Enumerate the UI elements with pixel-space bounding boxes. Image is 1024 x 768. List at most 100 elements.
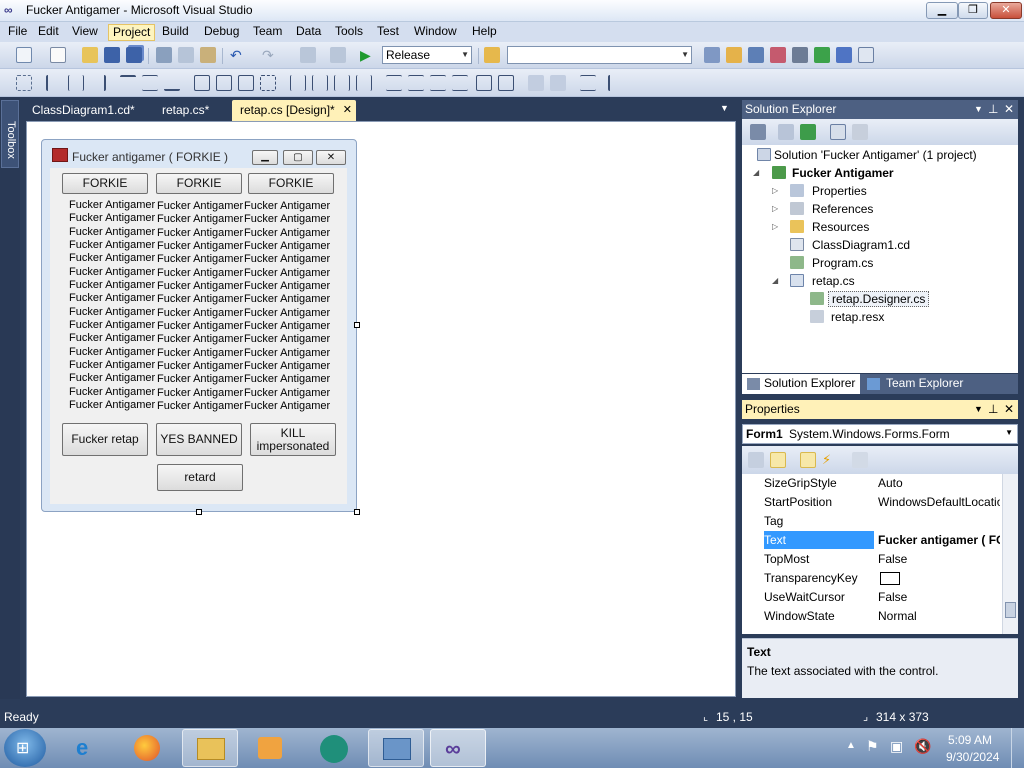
redo-icon[interactable]: ↷ bbox=[262, 47, 278, 63]
tab-list-chevron-down-icon[interactable]: ▼ bbox=[720, 103, 729, 113]
property-value[interactable]: Fucker antigamer ( FORKIE ) bbox=[878, 531, 1000, 549]
pin-icon[interactable]: ⊥ bbox=[988, 100, 998, 118]
fucker-antigamer-label[interactable]: Fucker Antigamer bbox=[157, 347, 243, 360]
window-layout-icon[interactable] bbox=[858, 47, 874, 63]
menu-edit[interactable]: Edit bbox=[34, 24, 63, 41]
fucker-antigamer-label[interactable]: Fucker Antigamer bbox=[69, 266, 155, 279]
align-centers-icon[interactable] bbox=[68, 75, 84, 91]
copy-icon[interactable] bbox=[178, 47, 194, 63]
menu-project[interactable]: Project bbox=[108, 24, 156, 41]
open-file-icon[interactable] bbox=[82, 47, 98, 63]
remove-vertical-spacing-icon[interactable] bbox=[452, 75, 468, 91]
fucker-antigamer-label[interactable]: Fucker Antigamer bbox=[69, 306, 155, 319]
tree-properties[interactable]: Properties bbox=[812, 184, 867, 198]
tree-program-cs[interactable]: Program.cs bbox=[812, 256, 873, 270]
tree-resources[interactable]: Resources bbox=[812, 220, 869, 234]
tab-solution-explorer[interactable]: Solution Explorer bbox=[742, 374, 860, 394]
visual-studio-taskbar-button[interactable]: ∞ bbox=[430, 729, 486, 767]
form-close-button[interactable]: ✕ bbox=[316, 150, 346, 165]
action-center-flag-icon[interactable]: ⚑ bbox=[866, 738, 879, 755]
fucker-antigamer-label[interactable]: Fucker Antigamer bbox=[244, 267, 330, 280]
save-icon[interactable] bbox=[104, 47, 120, 63]
fucker-antigamer-label[interactable]: Fucker Antigamer bbox=[69, 199, 155, 212]
toolbox-icon[interactable] bbox=[770, 47, 786, 63]
fucker-antigamer-label[interactable]: Fucker Antigamer bbox=[244, 200, 330, 213]
fucker-antigamer-label[interactable]: Fucker Antigamer bbox=[157, 320, 243, 333]
categorized-icon[interactable] bbox=[748, 452, 764, 468]
make-same-width-icon[interactable] bbox=[194, 75, 210, 91]
property-row-topmost[interactable]: TopMost False bbox=[742, 550, 1000, 569]
expanded-triangle-icon[interactable]: ◢ bbox=[753, 168, 759, 177]
form-minimize-button[interactable]: ▁ bbox=[252, 150, 278, 165]
vertical-spacing-icon[interactable] bbox=[386, 75, 402, 91]
decrease-vertical-spacing-icon[interactable] bbox=[430, 75, 446, 91]
forkie-button-3[interactable]: FORKIE bbox=[248, 173, 334, 194]
fucker-antigamer-label[interactable]: Fucker Antigamer bbox=[69, 239, 155, 252]
align-bottoms-icon[interactable] bbox=[164, 75, 180, 91]
fucker-antigamer-label[interactable]: Fucker Antigamer bbox=[244, 333, 330, 346]
fucker-antigamer-label[interactable]: Fucker Antigamer bbox=[157, 373, 243, 386]
clock-time[interactable]: 5:09 AM bbox=[948, 733, 992, 747]
cut-icon[interactable] bbox=[156, 47, 172, 63]
remove-horizontal-spacing-icon[interactable] bbox=[356, 75, 372, 91]
menu-view[interactable]: View bbox=[68, 24, 102, 41]
tab-order-icon[interactable] bbox=[608, 75, 624, 91]
expanded-triangle-icon[interactable]: ◢ bbox=[772, 276, 778, 285]
volume-muted-icon[interactable]: 🔇 bbox=[914, 738, 931, 755]
property-value[interactable]: False bbox=[878, 550, 1000, 568]
resize-grip-bottom[interactable] bbox=[196, 509, 202, 515]
align-lefts-icon[interactable] bbox=[46, 75, 62, 91]
yes-banned-button[interactable]: YES BANNED bbox=[156, 423, 242, 456]
minimize-button[interactable]: ▁ bbox=[926, 2, 958, 19]
navigate-forward-icon[interactable] bbox=[330, 47, 346, 63]
fucker-antigamer-label[interactable]: Fucker Antigamer bbox=[244, 293, 330, 306]
fucker-antigamer-label[interactable]: Fucker Antigamer bbox=[157, 333, 243, 346]
view-class-diagram-icon[interactable] bbox=[852, 124, 868, 140]
property-pages-icon[interactable] bbox=[852, 452, 868, 468]
fucker-antigamer-label[interactable]: Fucker Antigamer bbox=[244, 280, 330, 293]
events-icon[interactable]: ⚡ bbox=[822, 452, 838, 468]
tab-classdiagram[interactable]: ClassDiagram1.cd* bbox=[24, 100, 154, 121]
toolbox-tab[interactable]: Toolbox bbox=[1, 100, 19, 168]
object-browser-icon[interactable] bbox=[748, 47, 764, 63]
property-row-startposition[interactable]: StartPosition WindowsDefaultLocation bbox=[742, 493, 1000, 512]
menu-data[interactable]: Data bbox=[292, 24, 325, 41]
menu-file[interactable]: File bbox=[4, 24, 31, 41]
tab-team-explorer[interactable]: Team Explorer bbox=[864, 374, 974, 394]
tree-solution[interactable]: Solution 'Fucker Antigamer' (1 project) bbox=[774, 148, 977, 162]
add-item-icon[interactable] bbox=[50, 47, 66, 63]
kill-impersonated-button[interactable]: KILL impersonated bbox=[250, 423, 336, 456]
resize-grip-right[interactable] bbox=[354, 322, 360, 328]
fucker-antigamer-label[interactable]: Fucker Antigamer bbox=[244, 253, 330, 266]
paste-icon[interactable] bbox=[200, 47, 216, 63]
property-value[interactable]: WindowsDefaultLocation bbox=[878, 493, 1000, 511]
properties-icon[interactable] bbox=[750, 124, 766, 140]
tab-retap-cs[interactable]: retap.cs* bbox=[154, 100, 234, 121]
tree-retap-resx[interactable]: retap.resx bbox=[831, 310, 884, 324]
size-to-grid-icon[interactable] bbox=[260, 75, 276, 91]
retard-button[interactable]: retard bbox=[157, 464, 243, 491]
send-to-back-icon[interactable] bbox=[550, 75, 566, 91]
close-panel-icon[interactable]: ✕ bbox=[1004, 400, 1014, 418]
start-button[interactable]: ⊞ bbox=[4, 729, 46, 767]
make-same-size-icon[interactable] bbox=[238, 75, 254, 91]
tree-classdiagram[interactable]: ClassDiagram1.cd bbox=[812, 238, 910, 252]
undo-icon[interactable]: ↶ bbox=[230, 47, 246, 63]
properties-scrollbar[interactable] bbox=[1002, 474, 1018, 634]
alphabetical-icon[interactable] bbox=[770, 452, 786, 468]
panel-menu-chevron-down-icon[interactable]: ▼ bbox=[974, 400, 983, 418]
panel-menu-chevron-down-icon[interactable]: ▼ bbox=[974, 100, 983, 118]
find-in-files-icon[interactable] bbox=[484, 47, 500, 63]
properties-window-icon[interactable] bbox=[726, 47, 742, 63]
internet-explorer-taskbar-button[interactable]: e bbox=[60, 729, 116, 767]
new-project-icon[interactable] bbox=[16, 47, 32, 63]
save-all-icon[interactable] bbox=[126, 47, 142, 63]
tree-retap-designer[interactable]: retap.Designer.cs bbox=[828, 291, 930, 307]
clock-date[interactable]: 9/30/2024 bbox=[946, 750, 999, 764]
form-maximize-button[interactable]: ▢ bbox=[283, 150, 313, 165]
close-button[interactable]: ✕ bbox=[990, 2, 1022, 19]
fucker-antigamer-label[interactable]: Fucker Antigamer bbox=[244, 387, 330, 400]
fucker-antigamer-label[interactable]: Fucker Antigamer bbox=[157, 200, 243, 213]
properties-object-select[interactable]: Form1 System.Windows.Forms.Form ▼ bbox=[742, 424, 1018, 444]
close-tab-icon[interactable]: ✕ bbox=[343, 100, 352, 120]
